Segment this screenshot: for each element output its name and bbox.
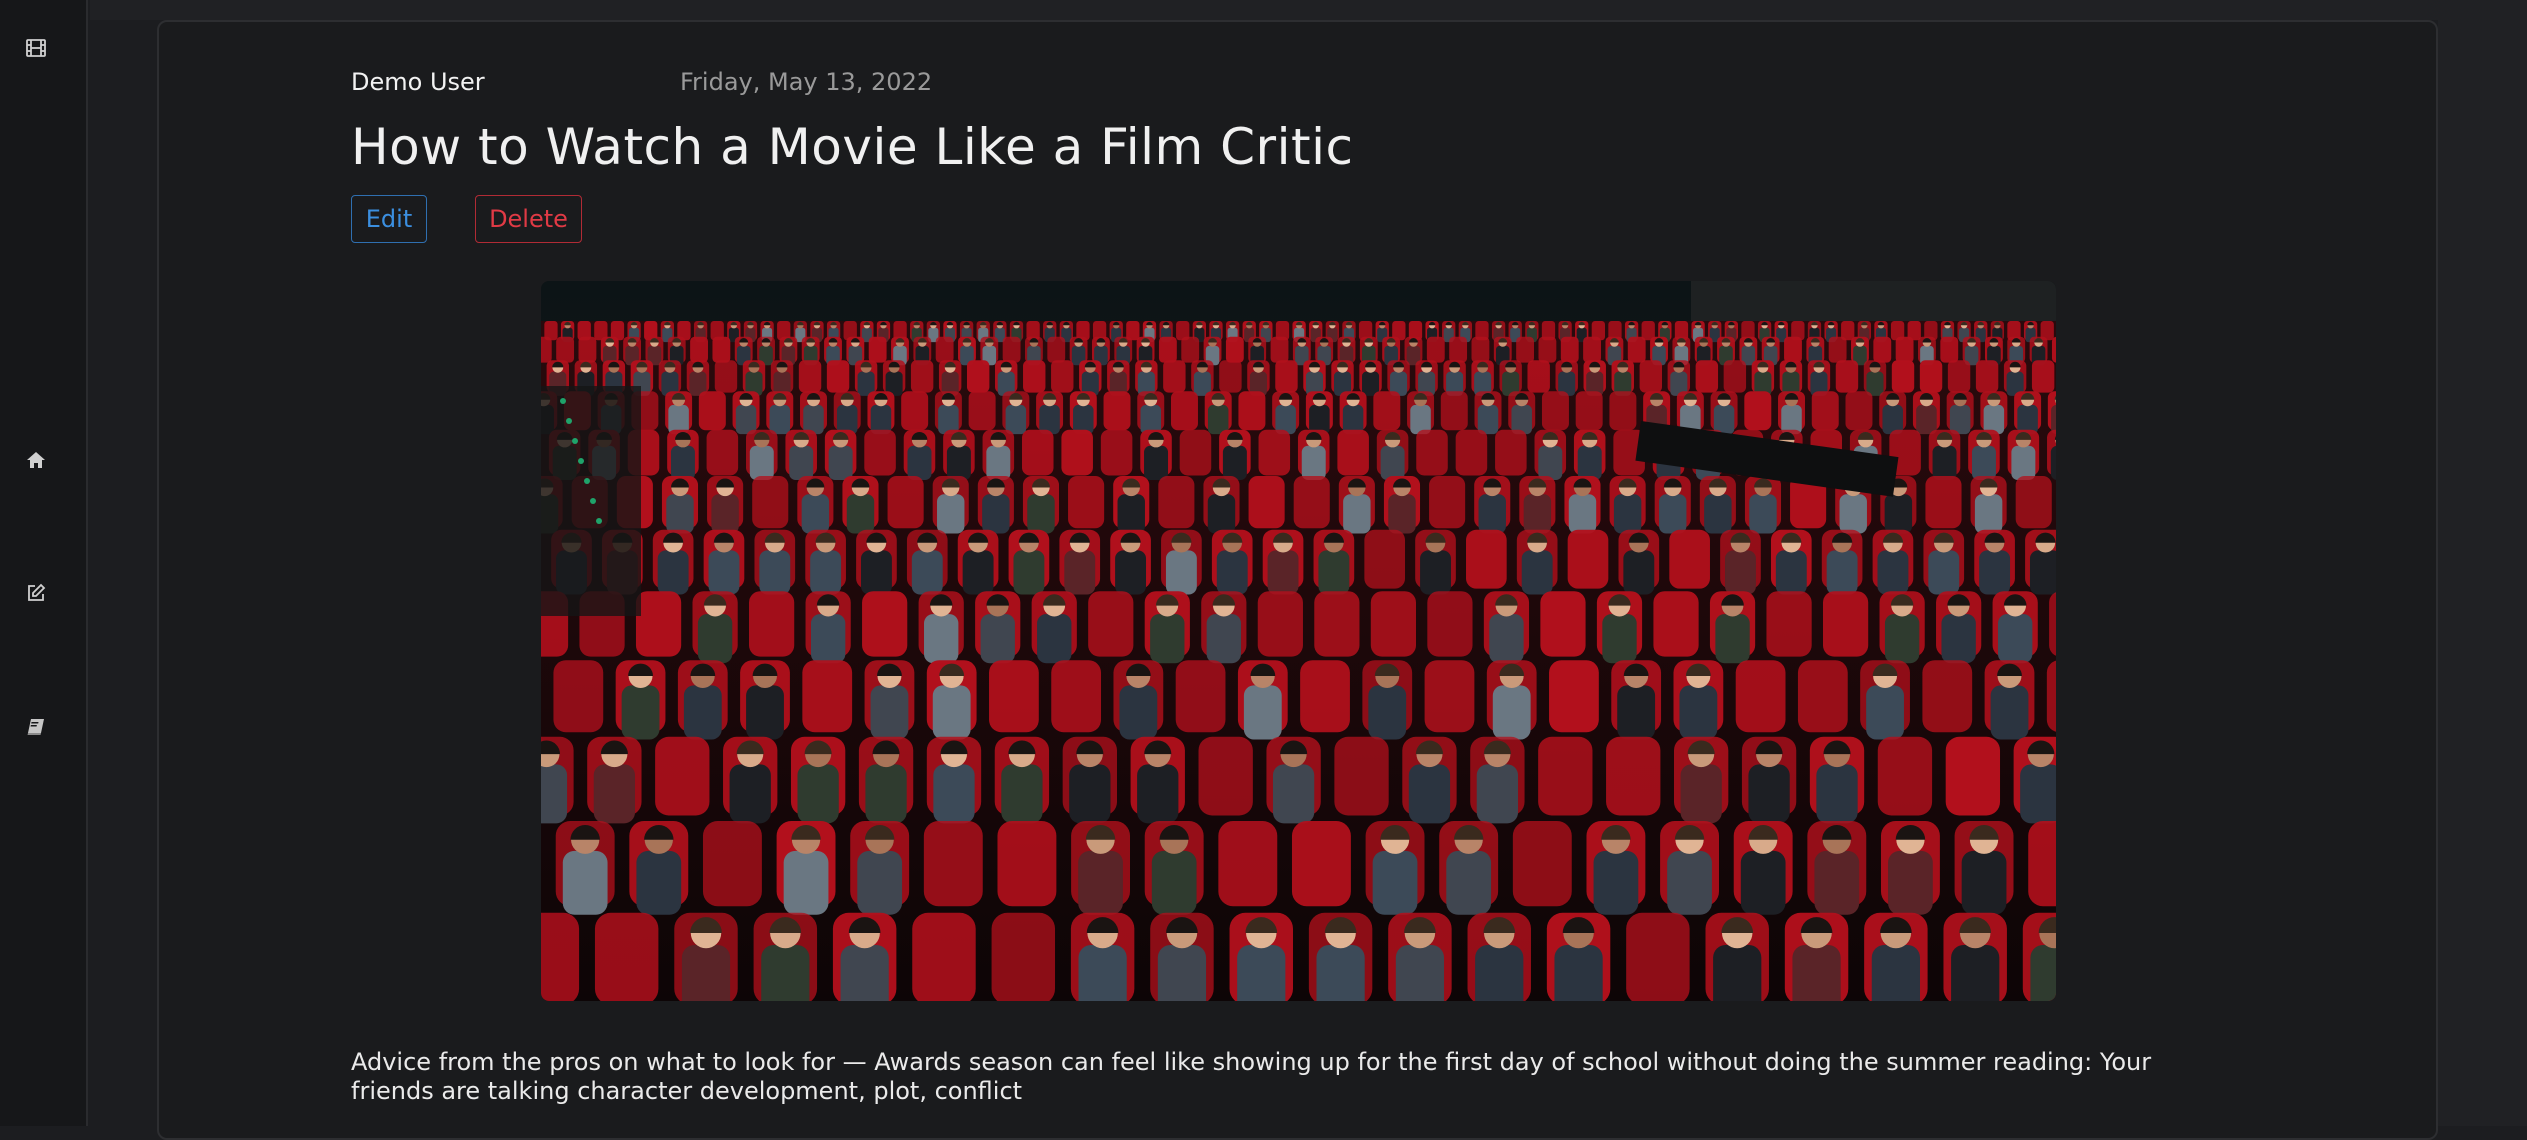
home-icon[interactable]	[22, 446, 50, 474]
right-gutter	[2438, 20, 2527, 1126]
film-icon[interactable]	[22, 34, 50, 62]
cinema-audience-photo	[541, 281, 2056, 1001]
sidebar	[0, 0, 88, 1126]
post-author: Demo User	[351, 68, 485, 96]
top-bar	[90, 0, 2527, 20]
post-title: How to Watch a Movie Like a Film Critic	[351, 118, 1354, 176]
delete-button[interactable]: Delete	[475, 195, 582, 243]
book-icon[interactable]	[22, 713, 50, 741]
edit-button[interactable]: Edit	[351, 195, 427, 243]
edit-icon[interactable]	[22, 579, 50, 607]
post-hero-image	[541, 281, 2056, 1001]
post-date: Friday, May 13, 2022	[680, 68, 933, 96]
post-body: Advice from the pros on what to look for…	[351, 1048, 2152, 1105]
